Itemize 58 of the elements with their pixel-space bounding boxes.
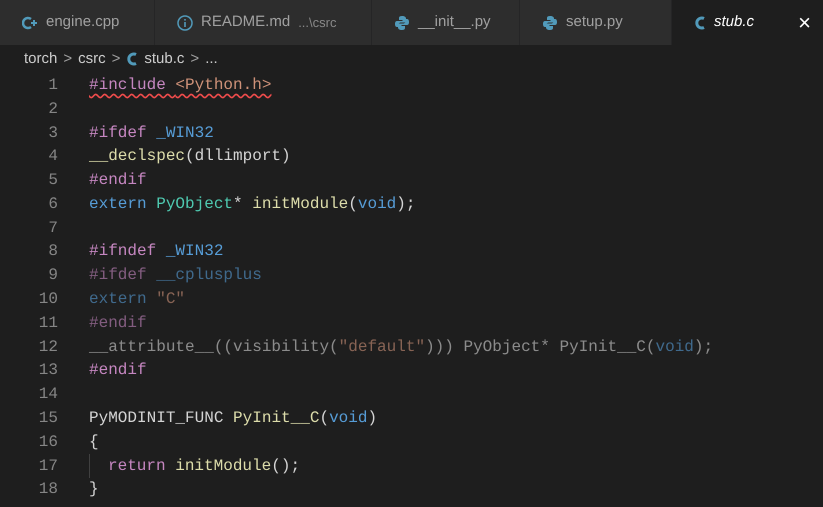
close-button[interactable]: × [798, 6, 811, 39]
code-line: { [89, 432, 99, 453]
breadcrumb-separator: > [190, 48, 200, 69]
line-number: 12 [38, 336, 58, 358]
tab-label: __init__.py [418, 12, 491, 32]
c-file-icon [694, 14, 706, 30]
python-file-icon [542, 14, 558, 30]
line-number: 15 [38, 408, 58, 430]
breadcrumb-separator: > [112, 48, 120, 69]
line-number: 4 [47, 146, 58, 168]
line-number: 8 [47, 241, 58, 262]
info-icon [177, 14, 193, 30]
breadcrumb-separator: > [63, 48, 72, 69]
line-number: 18 [38, 479, 58, 500]
tab-label: engine.cpp [46, 12, 120, 32]
python-file-icon [394, 14, 410, 30]
breadcrumb-item[interactable]: stub.c [144, 48, 184, 70]
code-line: extern PyObject* initModule(void); [89, 194, 416, 215]
editor-tab[interactable]: __init__.py [372, 0, 520, 45]
code-line: extern "C" [89, 289, 186, 310]
code-line: #ifdef _WIN32 [89, 122, 214, 144]
code-line: #ifndef _WIN32 [89, 241, 224, 262]
line-number: 3 [47, 122, 58, 144]
tab-label: README.md [201, 12, 290, 32]
code-line: #endif [89, 360, 147, 382]
editor-tab[interactable]: README.md ...\csrc [155, 0, 372, 45]
line-number: 17 [38, 456, 58, 477]
editor-tab[interactable]: engine.cpp [0, 0, 155, 45]
code-line: #endif [89, 312, 147, 334]
line-number: 6 [47, 194, 58, 215]
c-file-icon [126, 51, 138, 67]
code-line: __declspec(dllimport) [89, 146, 291, 168]
line-number: 10 [38, 289, 58, 310]
code-line: #include <Python.h> [89, 74, 272, 96]
code-line: #ifdef __cplusplus [89, 265, 262, 286]
line-number: 16 [38, 432, 58, 453]
code-line: PyMODINIT_FUNC PyInit__C(void) [89, 408, 378, 430]
line-number: 5 [47, 170, 58, 192]
line-number: 1 [47, 74, 58, 96]
breadcrumb-item[interactable]: ... [205, 48, 218, 70]
breadcrumb-item[interactable]: torch [24, 48, 58, 70]
c-plus-file-icon [22, 14, 38, 30]
code-line: } [89, 479, 99, 500]
tab-path: ...\csrc [298, 14, 336, 32]
tab-label: setup.py [566, 12, 623, 32]
line-number: 14 [38, 384, 58, 406]
editor-tab[interactable]: stub.c × [672, 0, 823, 45]
code-line: __attribute__((visibility("default"))) PyObject* PyInit__C(void); [89, 336, 714, 358]
line-number: 9 [47, 265, 58, 286]
breadcrumb-item[interactable]: csrc [78, 48, 106, 70]
line-number: 13 [38, 360, 58, 382]
editor-tab[interactable]: setup.py [520, 0, 672, 45]
code-line: return initModule(); [108, 456, 300, 477]
line-number: 7 [47, 218, 58, 239]
code-line: #endif [89, 170, 147, 192]
tab-label: stub.c [714, 12, 754, 32]
line-number: 11 [38, 312, 58, 334]
line-number: 2 [47, 98, 58, 120]
